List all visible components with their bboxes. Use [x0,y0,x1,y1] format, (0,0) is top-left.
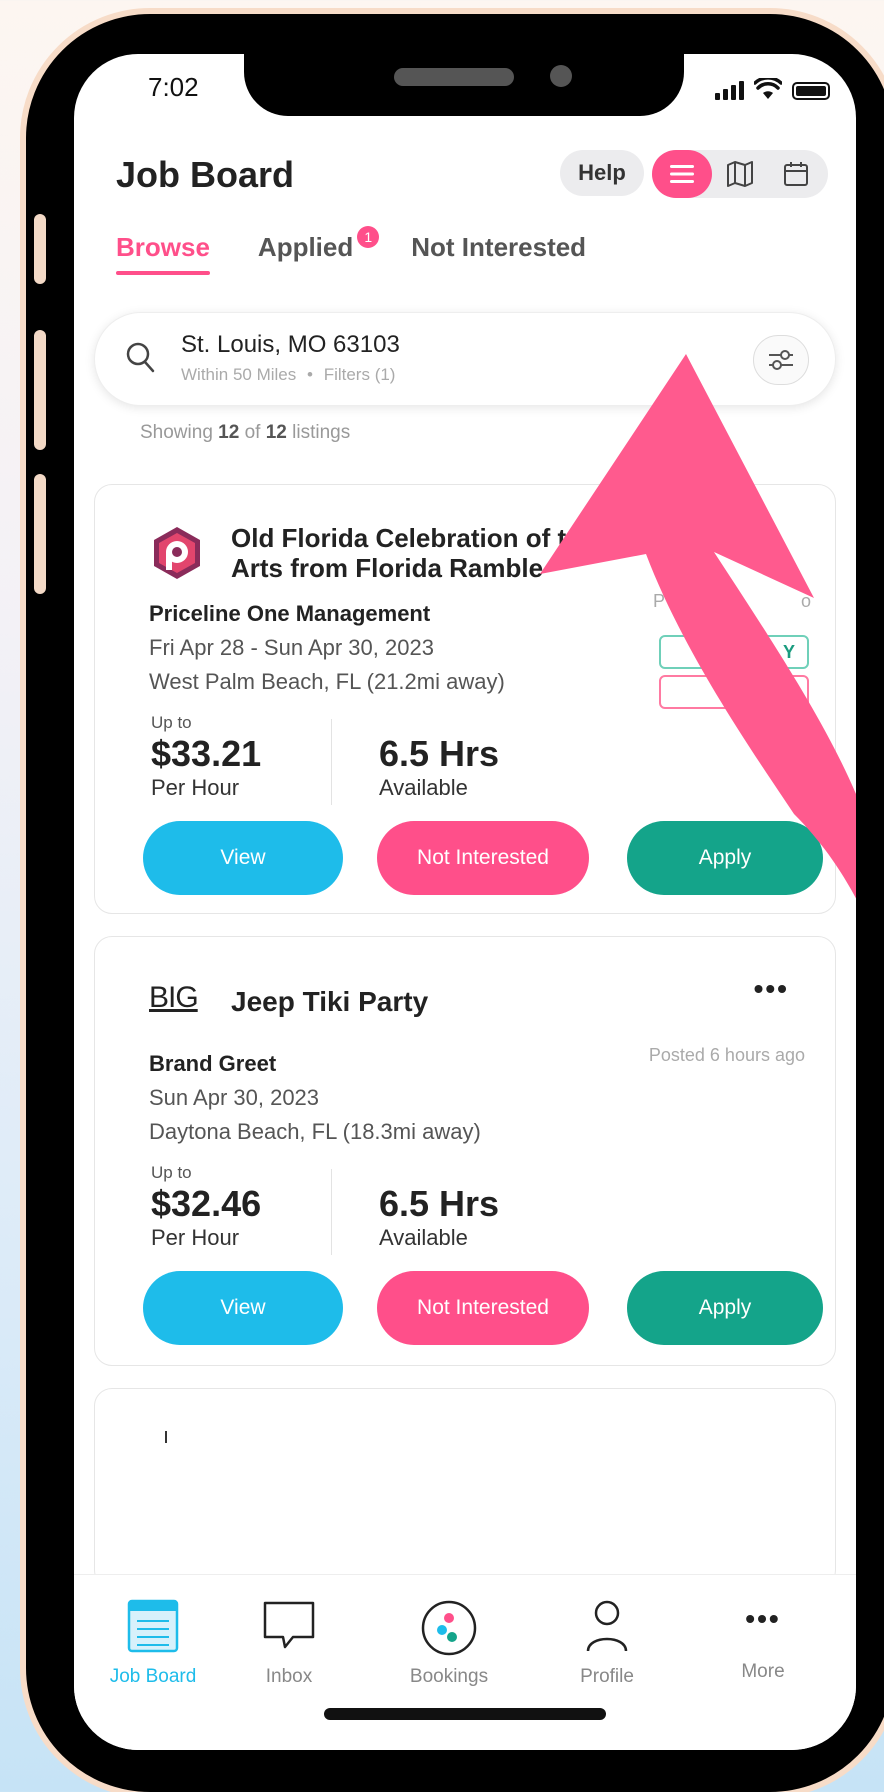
nav-more[interactable]: ••• More [708,1599,818,1683]
nav-bookings[interactable]: Bookings [394,1599,504,1688]
nav-label: Inbox [265,1666,313,1687]
nav-job-board[interactable]: Job Board [98,1599,208,1688]
side-button-volume-up [34,330,46,450]
home-indicator [324,1708,606,1720]
nav-label: More [741,1661,785,1682]
hours-available: 6.5 Hrs [379,1183,500,1224]
pointing-arrow [540,354,856,899]
job-location: Daytona Beach, FL (18.3mi away) [149,1119,481,1144]
person-icon [586,1600,628,1652]
view-button[interactable]: View [143,1271,343,1345]
not-interested-button[interactable]: Not Interested [377,1271,589,1345]
more-dots-icon: ••• [745,1603,781,1634]
bookings-icon [421,1600,477,1656]
apply-button[interactable]: Apply [627,1271,823,1345]
nav-inbox[interactable]: Inbox [234,1599,344,1688]
stat-divider [331,1169,332,1255]
nav-label: Profile [580,1666,634,1687]
bottom-navigation: Job Board Inbox Bookings Profile ••• Mor… [74,1574,856,1750]
pay-unit: Per Hour [151,1225,240,1250]
side-button-volume-down [34,474,46,594]
card-partial-mark [165,1431,167,1443]
phone-screen: 7:02 Job Board Help Browse Applied 1 Not… [74,54,856,1750]
job-dates: Sun Apr 30, 2023 [149,1085,320,1110]
job-board-icon [127,1599,179,1653]
nav-profile[interactable]: Profile [552,1599,662,1688]
hours-unit: Available [379,1225,468,1250]
side-button-mute [34,214,46,284]
job-card[interactable] [94,1388,836,1588]
pay-rate: $32.46 [151,1183,262,1224]
nav-label: Job Board [109,1666,197,1687]
pay-up-to: Up to [151,1163,192,1182]
chat-bubble-icon [263,1601,315,1649]
nav-label: Bookings [409,1666,489,1687]
job-company: Brand Greet [149,1051,277,1076]
